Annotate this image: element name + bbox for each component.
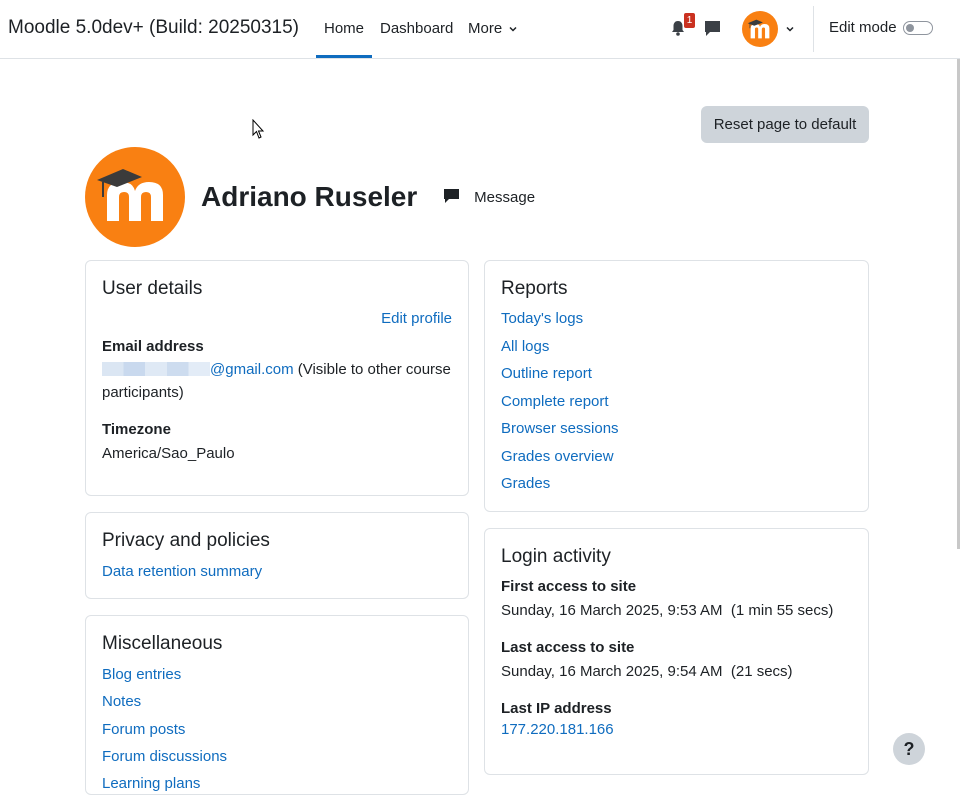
user-avatar — [85, 147, 185, 247]
reports-title: Reports — [501, 278, 568, 299]
outline-report-link[interactable]: Outline report — [501, 365, 592, 382]
nav-more-label: More — [468, 20, 503, 37]
first-access-label: First access to site — [501, 578, 637, 595]
message-icon — [444, 189, 459, 203]
last-access-label: Last access to site — [501, 639, 635, 656]
privacy-title: Privacy and policies — [102, 530, 270, 551]
chevron-down-icon[interactable] — [785, 24, 795, 34]
user-details-title: User details — [102, 278, 203, 299]
blog-entries-link[interactable]: Blog entries — [102, 666, 181, 683]
notes-link[interactable]: Notes — [102, 693, 141, 710]
learning-plans-link[interactable]: Learning plans — [102, 775, 200, 792]
forum-discussions-link[interactable]: Forum discussions — [102, 748, 227, 765]
miscellaneous-card: Miscellaneous Blog entries Notes Forum p… — [85, 615, 469, 795]
help-button[interactable]: ? — [893, 733, 925, 765]
email-link[interactable]: @gmail.com — [210, 361, 294, 378]
email-visibility-note: (Visible to other course — [293, 361, 451, 378]
mouse-cursor-icon — [252, 119, 265, 139]
complete-report-link[interactable]: Complete report — [501, 393, 609, 410]
message-button[interactable]: Message — [443, 188, 535, 206]
reset-page-button[interactable]: Reset page to default — [701, 106, 869, 143]
edit-profile-link[interactable]: Edit profile — [381, 310, 452, 327]
misc-title: Miscellaneous — [102, 633, 223, 654]
edit-mode-toggle[interactable] — [903, 21, 933, 35]
reports-card: Reports Today's logs All logs Outline re… — [484, 260, 869, 512]
browser-sessions-link[interactable]: Browser sessions — [501, 420, 619, 437]
last-ip-label: Last IP address — [501, 700, 612, 717]
all-logs-link[interactable]: All logs — [501, 338, 549, 355]
nav-dashboard[interactable]: Dashboard — [380, 20, 453, 37]
grades-link[interactable]: Grades — [501, 475, 550, 492]
site-brand[interactable]: Moodle 5.0dev+ (Build: 20250315) — [8, 17, 299, 39]
email-label: Email address — [102, 338, 204, 355]
nav-active-indicator — [316, 55, 372, 58]
todays-logs-link[interactable]: Today's logs — [501, 310, 583, 327]
moodle-logo-icon — [747, 19, 770, 39]
last-ip-link[interactable]: 177.220.181.166 — [501, 721, 614, 738]
nav-more-dropdown[interactable]: More — [468, 20, 518, 37]
data-retention-link[interactable]: Data retention summary — [102, 563, 262, 580]
login-activity-card: Login activity First access to site Sund… — [484, 528, 869, 775]
redacted-email-user — [102, 362, 210, 376]
navbar-divider — [813, 6, 814, 52]
page-title: Adriano Ruseler — [201, 181, 418, 212]
login-activity-title: Login activity — [501, 546, 611, 567]
first-access-value: Sunday, 16 March 2025, 9:53 AM (1 min 55… — [501, 602, 834, 619]
nav-home[interactable]: Home — [324, 20, 364, 37]
last-access-value: Sunday, 16 March 2025, 9:54 AM (21 secs) — [501, 663, 793, 680]
toggle-knob — [906, 24, 914, 32]
user-details-card: User details Edit profile Email address … — [85, 260, 469, 496]
user-avatar-menu[interactable] — [742, 11, 778, 47]
grades-overview-link[interactable]: Grades overview — [501, 448, 614, 465]
privacy-card: Privacy and policies Data retention summ… — [85, 512, 469, 599]
messages-icon[interactable] — [703, 19, 722, 38]
moodle-logo-icon — [97, 169, 163, 221]
timezone-label: Timezone — [102, 421, 171, 438]
top-navbar: Moodle 5.0dev+ (Build: 20250315) Home Da… — [0, 0, 960, 59]
timezone-value: America/Sao_Paulo — [102, 445, 235, 462]
email-value: @gmail.com (Visible to other course part… — [102, 358, 462, 404]
forum-posts-link[interactable]: Forum posts — [102, 721, 185, 738]
chevron-down-icon — [509, 27, 517, 32]
email-visibility-note-2: participants) — [102, 384, 184, 401]
edit-mode-label: Edit mode — [829, 19, 897, 36]
notification-count-badge: 1 — [684, 13, 695, 28]
message-label: Message — [474, 189, 536, 206]
